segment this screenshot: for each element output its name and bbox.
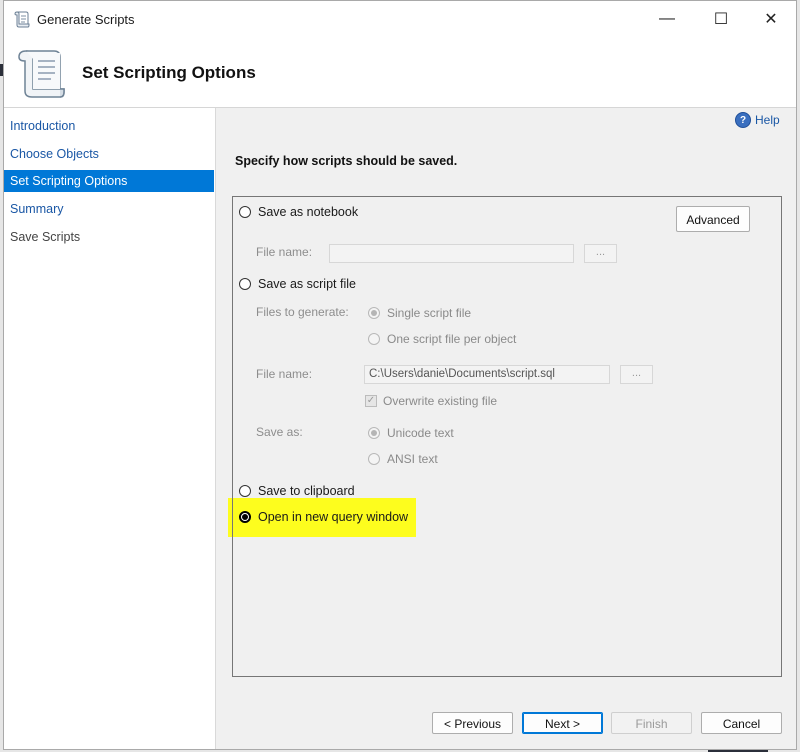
advanced-button[interactable]: Advanced [676,206,750,232]
save-options-panel [232,196,782,677]
unicode-text-radio[interactable] [368,427,380,439]
unicode-text-label: Unicode text [387,426,454,440]
checkmark-icon: ✓ [365,395,377,407]
title-bar: Generate Scripts — ☐ ✕ [4,1,796,37]
overwrite-existing-file-label: Overwrite existing file [383,394,498,408]
ansi-text-label: ANSI text [387,452,438,466]
open-in-new-query-window-radio[interactable] [239,511,251,523]
one-file-per-object-label: One script file per object [387,332,517,346]
page-header: Set Scripting Options [4,37,796,108]
help-label: Help [755,113,780,127]
minimize-button[interactable]: — [644,1,690,37]
save-as-notebook-radio[interactable] [239,206,251,218]
single-script-file-option[interactable]: Single script file [368,306,471,320]
nav-item-set-scripting-options[interactable]: Set Scripting Options [4,170,214,192]
script-file-name-input[interactable]: C:\Users\danie\Documents\script.sql [364,365,610,384]
nav-item-summary[interactable]: Summary [4,198,214,220]
scroll-icon [14,11,30,28]
window-title: Generate Scripts [37,12,135,27]
page-title: Set Scripting Options [82,63,256,82]
save-as-script-file-option[interactable]: Save as script file [239,277,356,291]
next-button[interactable]: Next > [522,712,603,734]
instruction-text: Specify how scripts should be saved. [235,154,458,168]
script-browse-button[interactable]: ... [620,365,653,384]
open-in-new-query-window-label: Open in new query window [258,510,409,524]
save-as-notebook-option[interactable]: Save as notebook [239,205,358,219]
single-script-file-radio[interactable] [368,307,380,319]
ansi-text-radio[interactable] [368,453,380,465]
save-to-clipboard-radio[interactable] [239,485,251,497]
save-as-script-file-radio[interactable] [239,278,251,290]
save-as-encoding-label: Save as: [256,425,303,439]
notebook-file-name-label: File name: [256,245,313,259]
single-script-file-label: Single script file [387,306,472,320]
close-icon: ✕ [764,11,778,28]
nav-item-introduction[interactable]: Introduction [4,115,214,137]
scroll-icon [18,50,65,98]
maximize-button[interactable]: ☐ [698,1,744,37]
ansi-text-option[interactable]: ANSI text [368,452,438,466]
save-as-script-file-label: Save as script file [258,277,356,291]
open-in-new-query-window-option[interactable]: Open in new query window [239,510,408,524]
nav-item-save-scripts: Save Scripts [10,230,81,244]
one-file-per-object-radio[interactable] [368,333,380,345]
nav-item-choose-objects[interactable]: Choose Objects [4,143,214,165]
maximize-icon: ☐ [713,11,729,28]
minimize-icon: — [659,10,675,27]
wizard-nav: Introduction Choose Objects Set Scriptin… [4,108,216,749]
files-to-generate-label: Files to generate: [256,305,349,319]
notebook-file-name-input[interactable] [329,244,574,263]
save-to-clipboard-option[interactable]: Save to clipboard [239,484,355,498]
close-button[interactable]: ✕ [748,1,794,37]
finish-button[interactable]: Finish [611,712,692,734]
overwrite-existing-file-checkbox[interactable]: ✓ Overwrite existing file [365,394,497,408]
save-to-clipboard-label: Save to clipboard [258,484,355,498]
save-as-notebook-label: Save as notebook [258,205,359,219]
unicode-text-option[interactable]: Unicode text [368,426,454,440]
notebook-browse-button[interactable]: ... [584,244,617,263]
cancel-button[interactable]: Cancel [701,712,782,734]
help-link[interactable]: ? Help [735,112,780,128]
help-icon: ? [735,112,751,128]
script-file-name-label: File name: [256,367,313,381]
previous-button[interactable]: < Previous [432,712,513,734]
one-file-per-object-option[interactable]: One script file per object [368,332,516,346]
generate-scripts-dialog: Generate Scripts — ☐ ✕ Set Scripting Opt… [3,0,797,750]
